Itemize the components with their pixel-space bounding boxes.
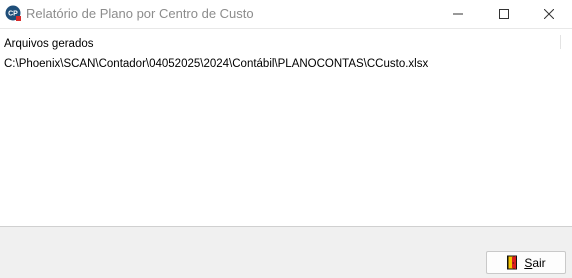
maximize-button[interactable]	[481, 0, 527, 28]
window-title: Relatório de Plano por Centro de Custo	[26, 6, 254, 21]
vertical-scrollbar[interactable]	[560, 35, 561, 49]
memo-line-header: Arquivos gerados	[4, 38, 94, 50]
minimize-icon	[453, 13, 463, 15]
close-button[interactable]	[526, 0, 572, 28]
app-window: CP Relatório de Plano por Centro de Cust…	[0, 0, 572, 278]
close-icon	[544, 9, 554, 19]
title-bar[interactable]: CP Relatório de Plano por Centro de Cust…	[0, 0, 572, 28]
exit-button-label: Sair	[524, 255, 546, 270]
maximize-icon	[499, 9, 509, 19]
memo-line-file-path: C:\Phoenix\SCAN\Contador\04052025\2024\C…	[4, 58, 429, 70]
footer-panel: Sair	[0, 227, 572, 278]
exit-door-icon	[507, 255, 518, 270]
output-memo[interactable]: Arquivos gerados C:\Phoenix\SCAN\Contado…	[0, 28, 572, 227]
app-logo-icon: CP	[5, 5, 21, 21]
minimize-button[interactable]	[435, 0, 481, 28]
exit-button[interactable]: Sair	[486, 251, 566, 274]
